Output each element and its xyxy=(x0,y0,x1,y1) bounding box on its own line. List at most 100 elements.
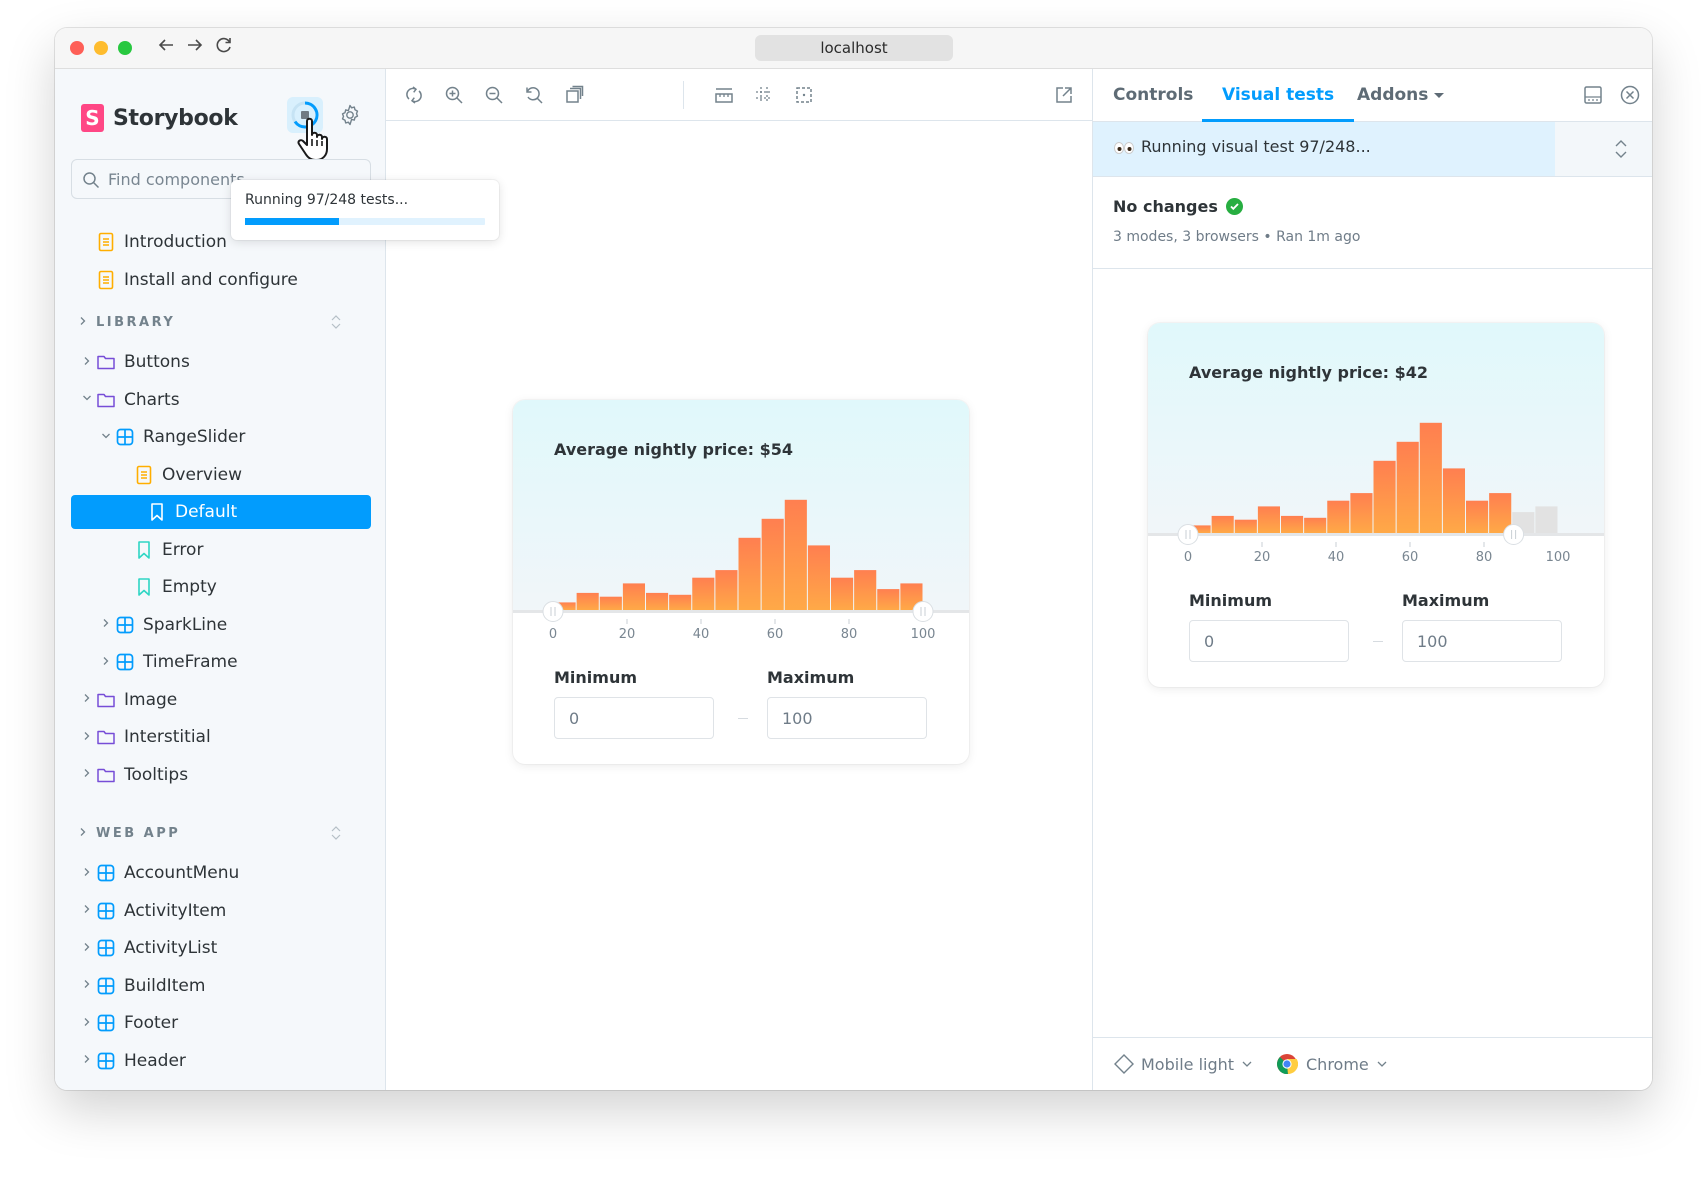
sidebar-item-activityitem[interactable]: ActivityItem xyxy=(78,894,226,928)
chevron-right-icon[interactable] xyxy=(78,1016,96,1031)
sidebar-item-overview[interactable]: Overview xyxy=(134,458,242,492)
slider-track[interactable] xyxy=(513,610,969,613)
sidebar-item-accountmenu[interactable]: AccountMenu xyxy=(78,856,239,890)
sidebar-item-footer[interactable]: Footer xyxy=(78,1006,178,1040)
sidebar-item-default[interactable]: Default xyxy=(71,495,371,529)
chevron-right-icon[interactable] xyxy=(78,730,96,745)
background-icon xyxy=(566,85,584,103)
minimum-input[interactable] xyxy=(554,697,714,739)
min-handle[interactable] xyxy=(1177,524,1199,545)
sidebar-item-install-and-configure[interactable]: Install and configure xyxy=(96,263,298,297)
forward-button[interactable] xyxy=(182,34,208,62)
browser-selector[interactable]: Chrome xyxy=(1276,1052,1387,1076)
sidebar-item-charts[interactable]: Charts xyxy=(78,383,180,417)
min-handle[interactable] xyxy=(542,601,564,622)
sidebar-item-error[interactable]: Error xyxy=(134,533,203,567)
mode-selector[interactable]: Mobile light xyxy=(1113,1052,1252,1076)
sidebar-item-sparkline[interactable]: SparkLine xyxy=(97,608,227,642)
x-tick-label: 40 xyxy=(693,627,710,640)
test-progress-bar xyxy=(245,218,485,225)
open-in-new-tab-button[interactable] xyxy=(1052,83,1076,107)
component-icon xyxy=(96,938,116,958)
maximize-window-button[interactable] xyxy=(118,41,132,55)
sidebar-item-header[interactable]: Header xyxy=(78,1044,186,1078)
minimum-label: Minimum xyxy=(554,668,638,687)
remount-button[interactable] xyxy=(402,83,426,107)
eyes-icon xyxy=(1114,141,1134,154)
addon-panel: Controls Visual tests Addons Running vis… xyxy=(1092,69,1652,1090)
sidebar-item-tooltips[interactable]: Tooltips xyxy=(78,758,188,792)
histogram-bar xyxy=(761,518,784,610)
toolbar-separator xyxy=(683,81,684,109)
expand-collapse-icon[interactable] xyxy=(330,824,342,842)
reset-zoom-button[interactable] xyxy=(522,83,546,107)
chevron-right-icon[interactable] xyxy=(97,617,115,632)
sidebar-item-label: ActivityList xyxy=(124,938,218,958)
histogram-bar xyxy=(692,577,715,610)
chevron-right-icon[interactable] xyxy=(97,655,115,670)
grid-icon xyxy=(756,87,772,103)
zoom-out-button[interactable] xyxy=(482,83,506,107)
caret-down-icon xyxy=(1434,92,1445,98)
snapshot-preview[interactable]: Average nightly price: $42 0 20 40 60 80 100 … xyxy=(1148,323,1604,687)
histogram-bar xyxy=(1327,500,1350,533)
chevron-right-icon[interactable] xyxy=(78,866,96,881)
grid-button[interactable] xyxy=(752,83,776,107)
result-title: No changes xyxy=(1113,197,1243,216)
axis-background xyxy=(1148,536,1604,563)
close-panel-icon[interactable] xyxy=(1619,84,1641,106)
component-icon xyxy=(96,901,116,921)
sidebar-item-interstitial[interactable]: Interstitial xyxy=(78,720,211,754)
sidebar-item-image[interactable]: Image xyxy=(78,683,177,717)
chevron-down-icon[interactable] xyxy=(97,430,115,445)
sidebar-item-empty[interactable]: Empty xyxy=(134,570,217,604)
sidebar-item-label: Image xyxy=(124,689,178,710)
zoom-in-button[interactable] xyxy=(442,83,466,107)
tab-visual-tests[interactable]: Visual tests xyxy=(1201,69,1355,122)
close-window-button[interactable] xyxy=(70,41,84,55)
tab-controls[interactable]: Controls xyxy=(1113,69,1193,122)
max-handle[interactable] xyxy=(912,601,934,622)
address-bar[interactable]: localhost xyxy=(755,35,953,61)
x-tick-label: 0 xyxy=(1184,550,1192,563)
reload-button[interactable] xyxy=(211,34,237,62)
outline-button[interactable] xyxy=(792,83,816,107)
max-handle[interactable] xyxy=(1503,524,1525,545)
chevron-right-icon[interactable] xyxy=(78,941,96,956)
sidebar-item-rangeslider[interactable]: RangeSlider xyxy=(97,420,245,454)
slider-track[interactable] xyxy=(1148,533,1604,536)
section-web-app[interactable]: WEB APP xyxy=(78,821,368,845)
measure-button[interactable] xyxy=(712,83,736,107)
expand-collapse-icon[interactable] xyxy=(1613,138,1629,160)
chevron-right-icon[interactable] xyxy=(78,978,96,993)
folder-icon xyxy=(96,765,116,785)
chevron-right-icon[interactable] xyxy=(78,355,96,370)
chevron-right-icon[interactable] xyxy=(78,767,96,782)
chevron-right-icon[interactable] xyxy=(78,692,96,707)
sidebar-item-label: Tooltips xyxy=(124,764,189,785)
background-button[interactable] xyxy=(562,83,586,107)
sidebar-item-timeframe[interactable]: TimeFrame xyxy=(97,645,238,679)
browser-window: localhost S Storybook IntroductionInsta xyxy=(55,28,1652,1090)
sidebar-item-builditem[interactable]: BuildItem xyxy=(78,969,205,1003)
histogram-bar xyxy=(1234,519,1257,533)
sidebar-item-label: Interstitial xyxy=(124,727,211,747)
chevron-right-icon[interactable] xyxy=(78,1053,96,1068)
maximum-input[interactable] xyxy=(767,697,927,739)
document-icon xyxy=(96,232,116,252)
settings-gear-icon[interactable] xyxy=(338,103,362,127)
chevron-right-icon[interactable] xyxy=(78,903,96,918)
back-button[interactable] xyxy=(153,34,179,62)
tab-addons[interactable]: Addons xyxy=(1357,69,1445,122)
sidebar-item-buttons[interactable]: Buttons xyxy=(78,345,190,379)
storybook-brand[interactable]: S Storybook xyxy=(81,103,238,133)
sidebar-item-activitylist[interactable]: ActivityList xyxy=(78,931,217,965)
sidebar-item-label: BuildItem xyxy=(124,975,206,996)
panel-position-icon[interactable] xyxy=(1582,84,1604,106)
histogram-bar xyxy=(1373,460,1396,533)
chevron-down-icon[interactable] xyxy=(78,392,96,407)
expand-collapse-icon[interactable] xyxy=(330,313,342,331)
section-library[interactable]: LIBRARY xyxy=(78,310,368,334)
sidebar-item-introduction[interactable]: Introduction xyxy=(96,225,227,259)
minimize-window-button[interactable] xyxy=(94,41,108,55)
